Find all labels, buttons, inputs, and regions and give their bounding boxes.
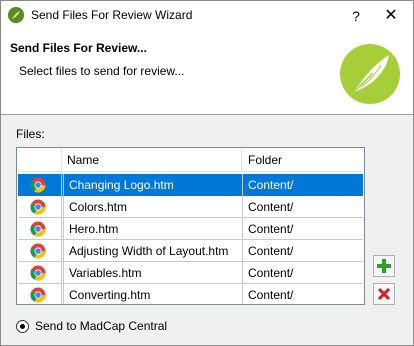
chrome-icon — [30, 221, 46, 237]
folder-cell: Content/ — [242, 284, 363, 304]
send-to-central-label[interactable]: Send to MadCap Central — [35, 319, 167, 333]
folder-cell: Content/ — [242, 218, 363, 240]
folder-cell: Content/ — [242, 240, 363, 262]
file-name-cell: Variables.htm — [63, 262, 243, 284]
table-row[interactable]: Converting.htm Content/ — [18, 284, 363, 304]
chrome-icon — [30, 287, 46, 303]
column-header-name[interactable]: Name — [67, 148, 99, 172]
files-table[interactable]: Name Folder Changing Logo.htm Content/Col… — [16, 147, 365, 305]
folder-cell: Content/ — [242, 262, 363, 284]
column-header-folder[interactable]: Folder — [248, 148, 282, 172]
column-divider[interactable] — [61, 148, 62, 172]
table-row[interactable]: Colors.htm Content/ — [18, 196, 363, 218]
folder-cell: Content/ — [242, 174, 363, 196]
send-to-central-radio[interactable] — [16, 320, 29, 333]
header-title: Send Files For Review... — [10, 41, 147, 55]
header-subtitle: Select files to send for review... — [19, 64, 185, 78]
column-gridline — [61, 172, 62, 304]
file-name-cell: Adjusting Width of Layout.htm — [63, 240, 243, 262]
chrome-icon — [30, 199, 46, 215]
x-icon — [377, 287, 391, 301]
feather-logo-icon — [339, 43, 401, 105]
table-row[interactable]: Variables.htm Content/ — [18, 262, 363, 284]
title-bar: Send Files For Review Wizard ? ✕ — [1, 1, 413, 31]
wizard-header: Send Files For Review... Select files to… — [1, 31, 413, 114]
chrome-icon — [30, 243, 46, 259]
madcap-flare-icon — [8, 7, 24, 23]
header-divider — [1, 114, 413, 115]
remove-file-button[interactable] — [373, 283, 395, 305]
add-file-button[interactable] — [373, 255, 395, 277]
folder-cell: Content/ — [242, 196, 363, 218]
file-name-cell: Changing Logo.htm — [63, 174, 243, 196]
file-name-cell: Colors.htm — [63, 196, 243, 218]
file-name-cell: Converting.htm — [63, 284, 243, 304]
plus-icon — [377, 259, 391, 273]
chrome-icon — [30, 177, 46, 193]
close-button[interactable]: ✕ — [371, 1, 411, 31]
table-row[interactable]: Changing Logo.htm Content/ — [18, 174, 363, 196]
wizard-window: Send Files For Review Wizard ? ✕ Send Fi… — [0, 0, 414, 346]
file-name-cell: Hero.htm — [63, 218, 243, 240]
table-header: Name Folder — [17, 148, 364, 172]
table-row[interactable]: Adjusting Width of Layout.htm Content/ — [18, 240, 363, 262]
help-button[interactable]: ? — [341, 1, 371, 31]
window-title: Send Files For Review Wizard — [31, 8, 193, 22]
table-row[interactable]: Hero.htm Content/ — [18, 218, 363, 240]
chrome-icon — [30, 265, 46, 281]
files-label: Files: — [16, 127, 45, 141]
column-divider[interactable] — [241, 148, 242, 172]
